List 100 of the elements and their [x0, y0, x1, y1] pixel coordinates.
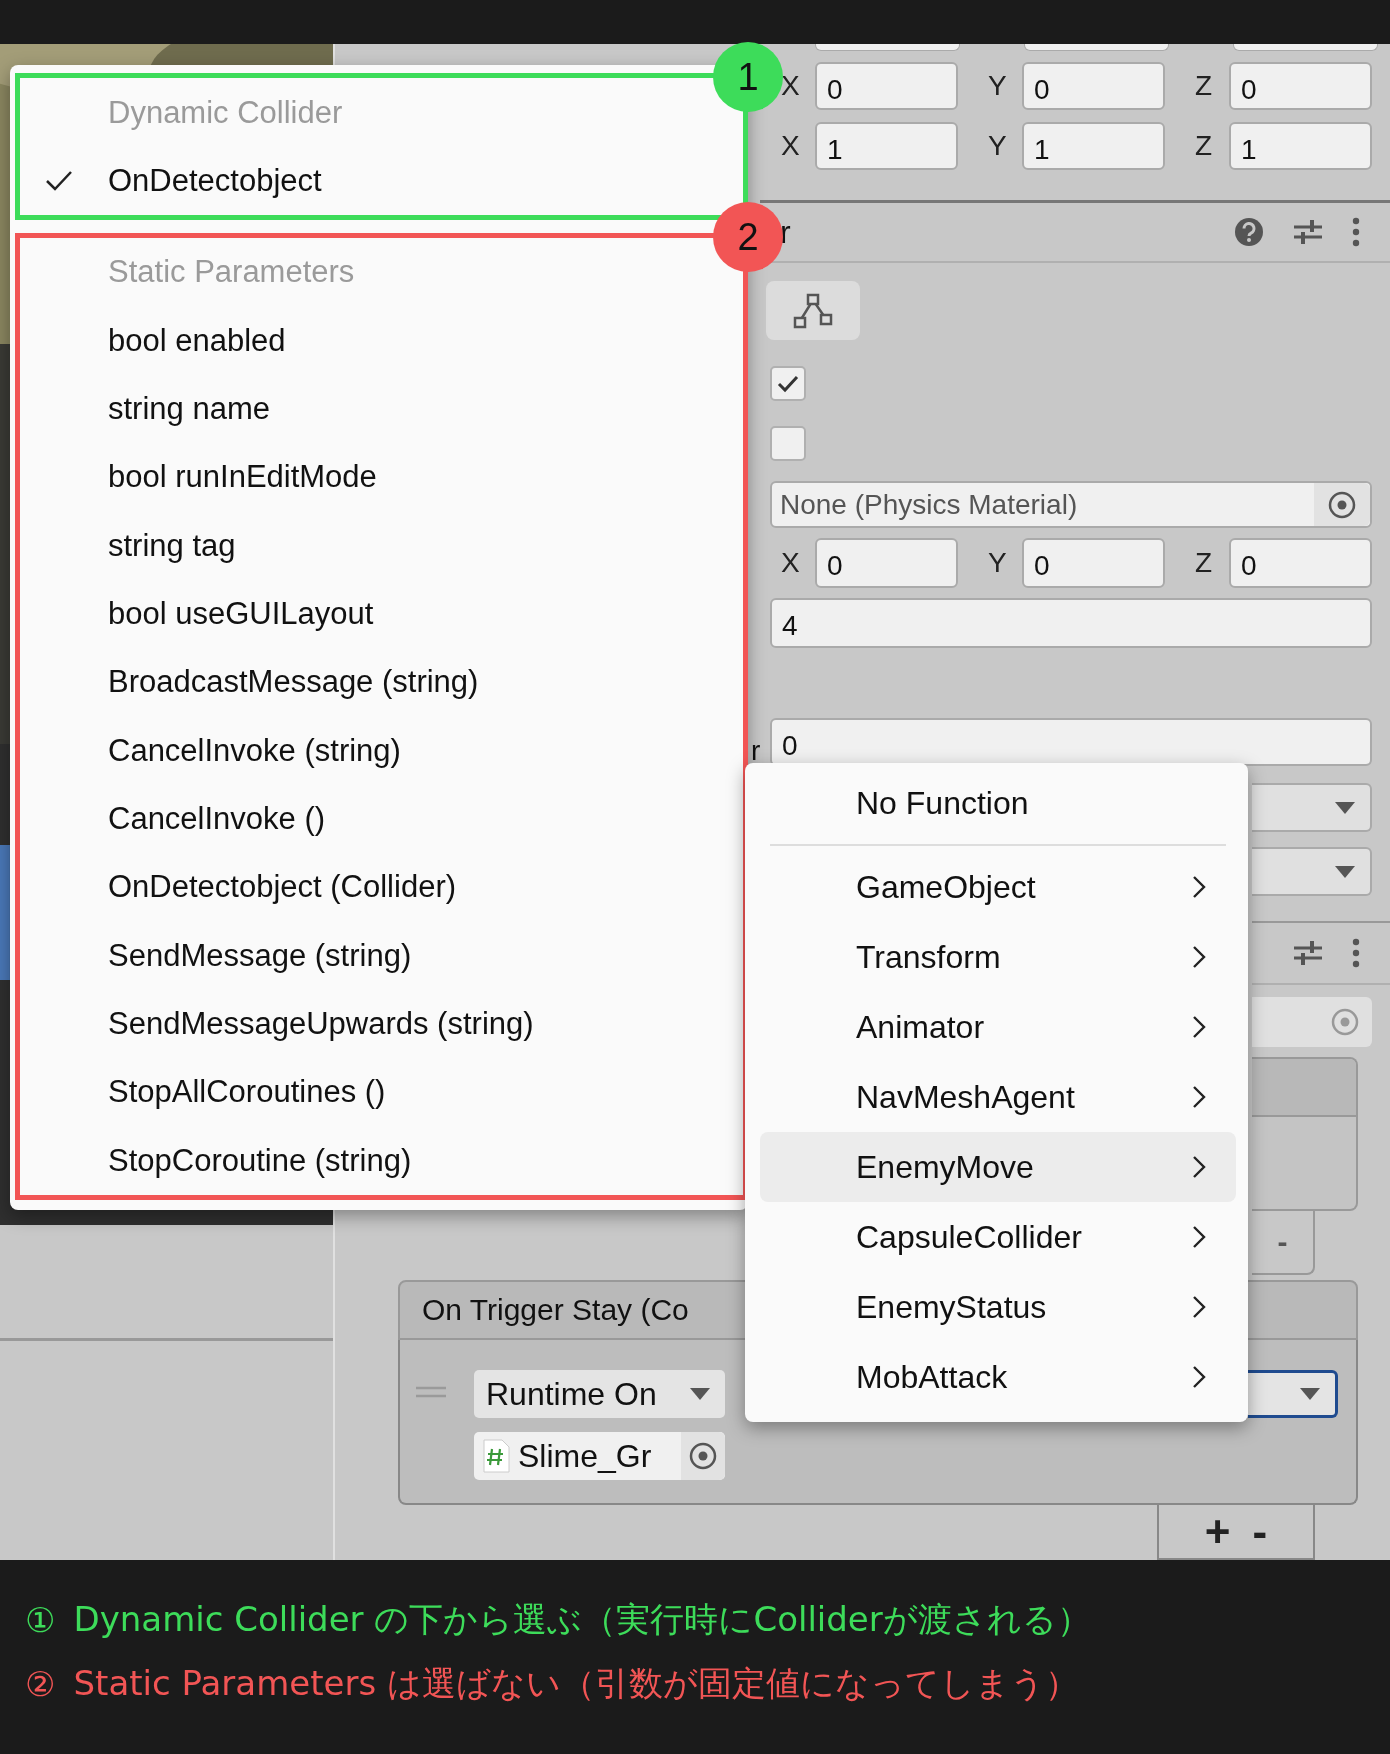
menu-item[interactable]: Animator — [760, 992, 1236, 1062]
axis-label: Y — [987, 130, 1008, 162]
menu-item[interactable]: CancelInvoke (string) — [20, 716, 743, 785]
menu-item[interactable]: EnemyStatus — [760, 1272, 1236, 1342]
axis-label: X — [780, 130, 801, 162]
dropdown[interactable] — [1252, 847, 1372, 896]
caption-marker: ② — [25, 1664, 56, 1704]
menu-section-header: Dynamic Collider — [107, 94, 344, 132]
number-field[interactable]: 0 — [1022, 62, 1165, 110]
number-field[interactable]: 1 — [1022, 122, 1165, 170]
edit-collider-button[interactable] — [766, 281, 860, 340]
chevron-right-icon — [1192, 1155, 1206, 1179]
remove-button[interactable]: - — [1252, 1211, 1315, 1275]
menu-item[interactable]: BroadcastMessage (string) — [20, 648, 743, 717]
menu-item-label: BroadcastMessage (string) — [108, 664, 479, 701]
menu-item[interactable]: string name — [20, 374, 743, 444]
menu-item-label: OnDetectobject (Collider) — [108, 869, 457, 906]
node-graph-icon — [791, 292, 835, 329]
menu-item[interactable]: SendMessage (string) — [20, 921, 743, 990]
menu-item-label: bool enabled — [108, 322, 286, 359]
menu-item[interactable]: OnDetectobject (Collider) — [20, 853, 743, 922]
chevron-right-icon — [1192, 1015, 1206, 1039]
number-field[interactable]: 0 — [1229, 538, 1372, 588]
target-icon — [1330, 1007, 1360, 1037]
number-field[interactable]: 0 — [1229, 62, 1372, 110]
chevron-right-icon — [1192, 1085, 1206, 1109]
dropdown-value: Runtime On — [486, 1375, 657, 1413]
menu-item[interactable]: StopAllCoroutines () — [20, 1058, 743, 1127]
axis-label: Y — [987, 547, 1008, 579]
component-title: r — [780, 213, 791, 251]
menu-item[interactable]: string tag — [20, 511, 743, 580]
script-file-icon — [482, 1439, 510, 1473]
menu-item-label: CancelInvoke () — [108, 801, 326, 838]
menu-item[interactable]: StopCoroutine (string) — [20, 1126, 743, 1196]
number-field[interactable]: 0 — [770, 718, 1372, 766]
chevron-right-icon — [1192, 1225, 1206, 1249]
caption-marker: ① — [25, 1600, 56, 1640]
menu-item-label: string tag — [108, 527, 236, 564]
help-icon — [1234, 217, 1264, 247]
menu-item[interactable]: MobAttack — [760, 1342, 1236, 1412]
axis-label: Z — [1194, 547, 1214, 579]
chevron-right-icon — [1192, 875, 1206, 899]
sliders-icon — [1292, 938, 1324, 968]
menu-item[interactable]: SendMessageUpwards (string) — [20, 989, 743, 1059]
call-dropdown[interactable]: Runtime On — [474, 1370, 725, 1418]
chevron-right-icon — [1192, 945, 1206, 969]
menu-item[interactable]: NavMeshAgent — [760, 1062, 1236, 1132]
menu-item-label: StopCoroutine (string) — [108, 1142, 412, 1179]
dropdown[interactable] — [1252, 783, 1372, 832]
menu-item[interactable]: CapsuleCollider — [760, 1202, 1236, 1272]
caption-text: Static Parameters は選ばない（引数が固定値になってしまう） — [73, 1662, 1079, 1705]
checkbox[interactable] — [770, 426, 806, 461]
field-value: Slime_Gr — [518, 1437, 653, 1475]
add-button[interactable]: + — [1204, 1509, 1231, 1554]
annotation-badge: 1 — [713, 42, 783, 112]
more-icon — [1352, 938, 1360, 968]
sliders-icon — [1292, 217, 1324, 247]
number-field[interactable]: 0 — [1022, 538, 1165, 588]
number-field[interactable]: 4 — [770, 598, 1372, 648]
caption-text: Dynamic Collider の下から選ぶ（実行時にColliderが渡される） — [73, 1598, 1091, 1641]
dropdown-arrow-icon — [1334, 864, 1356, 879]
object-field[interactable]: Slime_Gr — [474, 1432, 725, 1480]
checkbox[interactable] — [770, 366, 806, 401]
menu-item[interactable]: CancelInvoke () — [20, 784, 743, 854]
field-value: None (Physics Material) — [780, 488, 1078, 521]
object-field[interactable] — [1252, 997, 1372, 1047]
number-field[interactable]: 0 — [815, 62, 958, 110]
menu-item-label: CancelInvoke (string) — [108, 732, 401, 769]
menu-item-label: bool runInEditMode — [108, 459, 377, 496]
input-field[interactable] — [1024, 44, 1169, 51]
menu-item[interactable]: Transform — [760, 922, 1236, 992]
picker-button[interactable] — [1314, 483, 1370, 526]
input-field[interactable] — [815, 44, 960, 51]
dropdown-arrow-icon — [689, 1387, 711, 1401]
number-field[interactable]: 1 — [815, 122, 958, 170]
menu-item[interactable]: No Function — [760, 768, 1236, 838]
number-field[interactable]: 1 — [1229, 122, 1372, 170]
event-title: On Trigger Stay (Co — [422, 1293, 689, 1327]
picker-button[interactable] — [681, 1432, 725, 1480]
check-icon — [776, 373, 800, 394]
axis-label: Y — [987, 70, 1008, 102]
dropdown-arrow-icon — [1334, 800, 1356, 815]
more-icon — [1352, 217, 1360, 247]
menu-item[interactable]: GameObject — [760, 852, 1236, 922]
menu-item-label: OnDetectobject — [108, 163, 322, 199]
target-icon — [1327, 489, 1357, 520]
menu-item[interactable]: bool runInEditMode — [20, 443, 743, 512]
menu-item[interactable]: bool enabled — [20, 306, 743, 375]
annotation-badge: 2 — [713, 202, 783, 272]
axis-label: Z — [1194, 130, 1214, 162]
menu-item-label: bool useGUILayout — [108, 595, 374, 632]
function-dropdown[interactable] — [1248, 1370, 1338, 1418]
field-label: r — [751, 736, 762, 766]
menu-item[interactable]: EnemyMove — [760, 1132, 1236, 1202]
menu-item-label: SendMessageUpwards (string) — [108, 1006, 534, 1043]
object-field[interactable]: None (Physics Material) — [770, 481, 1372, 528]
menu-item[interactable]: bool useGUILayout — [20, 579, 743, 649]
number-field[interactable]: 0 — [815, 538, 958, 588]
input-field[interactable] — [1233, 44, 1378, 51]
remove-button[interactable]: - — [1252, 1509, 1268, 1554]
